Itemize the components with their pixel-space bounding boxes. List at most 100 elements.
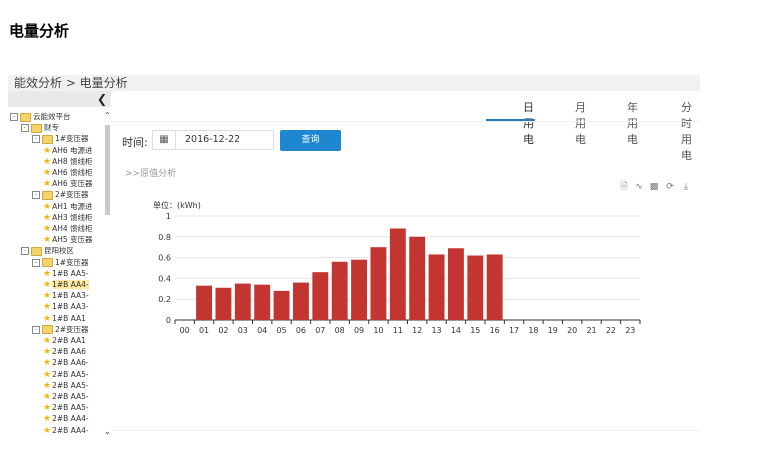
tree-leaf[interactable]: ★2#B AA1 — [43, 335, 86, 346]
tree-leaf[interactable]: ★AH6 变压器 — [43, 178, 93, 189]
collapse-toggle-icon[interactable]: - — [32, 191, 40, 200]
tree-node-label: 2#B AA5- — [52, 369, 89, 379]
query-button[interactable]: 查询 — [280, 130, 341, 151]
tree-node-label: AH1 电源进 — [52, 201, 93, 211]
collapse-toggle-icon[interactable]: - — [21, 247, 29, 256]
tree-node-label: 2#B AA6- — [52, 358, 89, 368]
x-tick-label: 19 — [548, 326, 558, 335]
tab-daily[interactable]: 日用电 — [523, 99, 534, 147]
collapse-toggle-icon[interactable]: - — [32, 325, 40, 334]
chevron-left-icon[interactable]: ❮ — [97, 91, 107, 107]
tree-folder[interactable]: - 云能效平台 — [10, 111, 71, 122]
bar-12 — [409, 236, 426, 320]
date-picker[interactable]: ▦ 2016-12-22 — [152, 130, 274, 150]
tab-monthly[interactable]: 月用电 — [575, 99, 586, 147]
x-tick-label: 15 — [470, 326, 480, 335]
folder-icon — [20, 112, 31, 122]
tree-folder[interactable]: - 昆阳校区 — [21, 245, 74, 256]
tree-leaf[interactable]: ★AH5 变压器 — [43, 234, 93, 245]
line-chart-icon[interactable]: ∿ — [634, 182, 644, 193]
tree-node-label: AH8 馈线柜 — [52, 156, 93, 166]
tree-leaf[interactable]: ★2#B AA5- — [43, 380, 89, 391]
bar-05 — [273, 290, 290, 320]
tree-leaf[interactable]: ★2#B AA6- — [43, 357, 89, 368]
y-tick-label: 0.8 — [158, 233, 171, 242]
tree-node-label: 1#变压器 — [55, 134, 89, 144]
tree-leaf[interactable]: ★1#B AA3- — [43, 301, 89, 312]
collapse-toggle-icon[interactable]: - — [32, 258, 40, 267]
folder-icon — [42, 190, 53, 200]
bar-02 — [215, 287, 232, 320]
star-icon: ★ — [43, 380, 52, 391]
star-icon: ★ — [43, 201, 52, 212]
tree-leaf[interactable]: ★AH4 馈线柜 — [43, 223, 93, 234]
date-value[interactable]: 2016-12-22 — [185, 134, 240, 145]
tree-folder[interactable]: - 1#变压器 — [32, 133, 89, 144]
tree-node-label: 2#B AA4- — [52, 414, 89, 424]
bar-07 — [312, 272, 329, 320]
tab-time-of-use[interactable]: 分时用电 — [681, 99, 692, 163]
document-icon[interactable]: 🗎 — [619, 182, 629, 193]
tab-divider — [111, 121, 700, 122]
sidebar-header: ❮ — [8, 91, 111, 107]
tree-leaf[interactable]: ★AH6 电源进 — [43, 145, 93, 156]
tree-node-label: 2#B AA6 — [52, 347, 86, 357]
tree-leaf[interactable]: ★2#B AA4- — [43, 425, 89, 436]
tree-leaf[interactable]: ★1#B AA4- — [43, 279, 89, 290]
collapse-toggle-icon[interactable]: - — [10, 113, 18, 121]
bar-06 — [292, 282, 309, 320]
tree-leaf[interactable]: ★2#B AA4- — [43, 413, 89, 424]
star-icon: ★ — [43, 156, 52, 167]
star-icon: ★ — [43, 347, 52, 358]
sidebar-scrollbar[interactable]: ⌃ ⌄ — [104, 111, 111, 436]
scroll-thumb[interactable] — [105, 125, 110, 215]
tree-node-label: 2#B AA4- — [52, 425, 89, 435]
tree-folder[interactable]: - 财专 — [21, 122, 59, 133]
tree-leaf[interactable]: ★1#B AA3- — [43, 290, 89, 301]
bar-14 — [447, 248, 464, 320]
scroll-up-icon[interactable]: ⌃ — [104, 111, 111, 120]
tree-node-label: 1#B AA3- — [52, 302, 89, 312]
folder-icon — [42, 325, 53, 335]
raw-value-analysis-link[interactable]: >>原值分析 — [125, 166, 176, 179]
tree-leaf[interactable]: ★1#B AA5- — [43, 268, 89, 279]
x-tick-label: 03 — [238, 326, 248, 335]
tree-leaf[interactable]: ★2#B AA5- — [43, 391, 89, 402]
tree-leaf[interactable]: ★AH1 电源进 — [43, 201, 93, 212]
tree-folder[interactable]: - 2#变压器 — [32, 189, 89, 200]
bar-08 — [331, 261, 348, 320]
y-tick-label: 1 — [166, 212, 171, 221]
tree-folder[interactable]: - 1#变压器 — [32, 257, 89, 268]
bar-09 — [351, 259, 368, 320]
active-tab-indicator — [486, 119, 535, 121]
tree-node-label: 昆阳校区 — [44, 246, 74, 256]
x-tick-label: 10 — [373, 326, 383, 335]
tree-leaf[interactable]: ★2#B AA6 — [43, 346, 86, 357]
star-icon: ★ — [43, 302, 52, 313]
refresh-icon[interactable]: ⟳ — [665, 182, 675, 193]
collapse-toggle-icon[interactable]: - — [32, 135, 40, 144]
tree-node-label: 2#B AA1 — [52, 336, 86, 345]
tree-leaf[interactable]: ★2#B AA5- — [43, 369, 89, 380]
tree-leaf[interactable]: ★AH6 馈线柜 — [43, 167, 93, 178]
x-tick-label: 02 — [218, 326, 228, 335]
tree-leaf[interactable]: ★1#B AA1 — [43, 313, 86, 324]
tab-yearly[interactable]: 年用电 — [627, 99, 638, 147]
x-tick-label: 21 — [586, 326, 596, 335]
tree-folder[interactable]: - 2#变压器 — [32, 324, 89, 335]
star-icon: ★ — [43, 145, 52, 156]
x-tick-label: 00 — [180, 326, 190, 335]
tree-leaf[interactable]: ★AH3 馈线柜 — [43, 212, 93, 223]
download-icon[interactable]: ⤓ — [681, 182, 691, 193]
collapse-toggle-icon[interactable]: - — [21, 124, 29, 133]
bar-chart-icon[interactable]: ▩ — [649, 182, 659, 193]
scroll-down-icon[interactable]: ⌄ — [104, 427, 111, 436]
tree-leaf[interactable]: ★AH8 馈线柜 — [43, 156, 93, 167]
calendar-icon[interactable]: ▦ — [153, 131, 176, 149]
bar-13 — [428, 254, 445, 320]
y-tick-label: 0.2 — [158, 295, 171, 304]
sidebar: ❮ - 云能效平台 - 财专 -1#变压器 ★AH6 电源进 ★AH8 馈线柜 ★AH6 馈线… — [8, 91, 111, 436]
x-tick-label: 17 — [509, 326, 519, 335]
tree-leaf[interactable]: ★2#B AA5- — [43, 402, 89, 413]
time-label: 时间: — [122, 136, 148, 149]
